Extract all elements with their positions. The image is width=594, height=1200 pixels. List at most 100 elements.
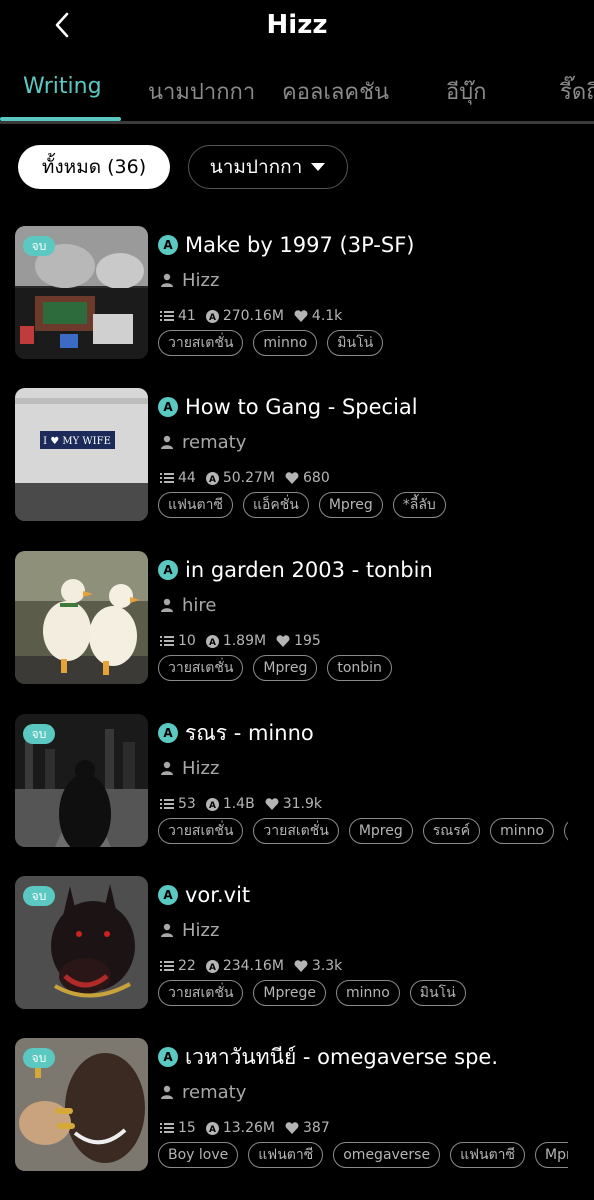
tag-chip[interactable]: มิ [564, 818, 568, 844]
heart-icon [265, 798, 279, 810]
svg-text:A: A [209, 963, 216, 973]
tag-chip[interactable]: tonbin [327, 655, 392, 681]
tag-chip[interactable]: วายสเตชั่น [158, 980, 244, 1006]
tag-chip[interactable]: แฟนตาซี [248, 1142, 324, 1168]
story-item[interactable]: จบ A Make by 1997 (3P-SF) Hizz 41 A 270.1… [0, 226, 594, 376]
tag-chip[interactable]: minno [490, 818, 555, 844]
tag-chip[interactable]: minno [253, 330, 318, 356]
story-title[interactable]: Make by 1997 (3P-SF) [185, 233, 414, 257]
person-icon [161, 761, 173, 775]
tag-list: Boy love แฟนตาซี omegaverse แฟนตาซี Mpre [158, 1142, 568, 1168]
tag-chip[interactable]: วายสเตชั่น [158, 330, 244, 356]
tab-ebooks[interactable]: อีบุ๊ก [446, 74, 487, 109]
author-name: Hizz [182, 269, 220, 291]
chapter-count: 10 [178, 633, 196, 649]
tag-chip[interactable]: *ลี้ลับ [392, 492, 446, 518]
story-item[interactable]: จบ A vor.vit Hizz 22 A 234.16M 3.3k วายสเ… [0, 876, 594, 1026]
tag-chip[interactable]: วายสเตชั่น [253, 818, 339, 844]
story-author[interactable]: Hizz [160, 268, 219, 292]
tag-chip[interactable]: Mpreg [253, 655, 318, 681]
story-item[interactable]: A in garden 2003 - tonbin hire 10 A 1.89M… [0, 551, 594, 701]
story-stats: 22 A 234.16M 3.3k [160, 956, 352, 976]
like-count: 195 [294, 633, 321, 649]
story-author[interactable]: Hizz [160, 756, 219, 780]
a-coin-icon: A [205, 797, 219, 811]
tab-reads[interactable]: รี๊ดถึ [560, 74, 594, 109]
list-icon [160, 799, 174, 809]
story-author[interactable]: rematy [160, 430, 246, 454]
filter-all-label: ทั้งหมด (36) [41, 156, 147, 178]
story-cover-image: จบ [15, 226, 148, 359]
author-name: rematy [182, 1081, 247, 1103]
like-count: 3.3k [311, 958, 343, 974]
tag-chip[interactable]: มินโน่ [409, 980, 466, 1006]
tag-chip[interactable]: Mpreg [318, 492, 383, 518]
tag-chip[interactable]: วายสเตชั่น [158, 818, 244, 844]
story-title[interactable]: How to Gang - Special [185, 395, 418, 419]
tab-writing[interactable]: Writing [23, 74, 102, 99]
pen-name-dropdown[interactable]: นามปากกา [188, 145, 348, 189]
story-stats: 10 A 1.89M 195 [160, 631, 331, 651]
chapter-count: 22 [178, 958, 196, 974]
tag-chip[interactable]: omegaverse [333, 1142, 441, 1168]
heart-icon [285, 472, 299, 484]
person-icon [161, 923, 173, 937]
tag-chip[interactable]: Boy love [158, 1142, 239, 1168]
story-item[interactable]: จบ A เวหาวันทนีย์ - omegaverse spe. rema… [0, 1038, 594, 1188]
author-name: rematy [182, 431, 247, 453]
person-icon [161, 1085, 173, 1099]
tab-pen-names[interactable]: นามปากกา [148, 74, 255, 109]
author-name: Hizz [182, 757, 220, 779]
story-cover-image: I ♥ MY WIFE [15, 388, 148, 521]
like-count: 4.1k [311, 308, 343, 324]
read-count: 50.27M [222, 470, 275, 486]
a-coin-icon: A [205, 471, 219, 485]
person-icon [161, 273, 173, 287]
person-icon [161, 598, 173, 612]
story-author[interactable]: hire [160, 593, 217, 617]
tag-chip[interactable]: วายสเตชั่น [158, 655, 244, 681]
tag-chip[interactable]: มินโน่ [327, 330, 384, 356]
tag-chip[interactable]: Mpreg [348, 818, 413, 844]
story-title[interactable]: รณร - minno [185, 717, 314, 750]
like-count: 387 [303, 1120, 330, 1136]
app-header: Hizz [0, 0, 594, 52]
author-name: hire [182, 594, 217, 616]
story-cover-image: จบ [15, 876, 148, 1009]
story-author[interactable]: Hizz [160, 918, 219, 942]
story-title[interactable]: in garden 2003 - tonbin [185, 558, 433, 582]
a-coin-icon: A [158, 235, 178, 255]
tag-chip[interactable]: Mpre [535, 1142, 568, 1168]
story-author[interactable]: rematy [160, 1080, 246, 1104]
story-title[interactable]: เวหาวันทนีย์ - omegaverse spe. [185, 1041, 498, 1074]
read-count: 13.26M [222, 1120, 275, 1136]
person-icon [161, 435, 173, 449]
tab-collections[interactable]: คอลเลคชัน [282, 74, 389, 109]
tag-chip[interactable]: Mprege [253, 980, 326, 1006]
pen-name-dropdown-label: นามปากกา [209, 156, 303, 178]
active-tab-indicator [0, 117, 121, 121]
chapter-count: 15 [178, 1120, 196, 1136]
story-cover-image: จบ [15, 714, 148, 847]
caret-down-icon [311, 163, 326, 171]
read-count: 1.4B [222, 796, 255, 812]
a-coin-icon: A [158, 1047, 178, 1067]
completed-badge: จบ [23, 886, 55, 906]
tag-chip[interactable]: รณรค์ [422, 818, 481, 844]
list-icon [160, 636, 174, 646]
story-title[interactable]: vor.vit [185, 883, 250, 907]
story-item[interactable]: จบ A รณร - minno Hizz 53 A 1.4B 31.9k วาย… [0, 714, 594, 864]
tag-chip[interactable]: แฟนตาซี [158, 492, 233, 518]
story-item[interactable]: I ♥ MY WIFE A How to Gang - Special rema… [0, 388, 594, 538]
completed-badge: จบ [23, 236, 55, 256]
a-coin-icon: A [158, 885, 178, 905]
filter-all-button[interactable]: ทั้งหมด (36) [18, 145, 170, 189]
svg-text:I ♥ MY WIFE: I ♥ MY WIFE [43, 436, 111, 447]
tag-chip[interactable]: minno [335, 980, 400, 1006]
tag-chip[interactable]: แฟนตาซี [450, 1142, 526, 1168]
tag-chip[interactable]: แอ็คชั่น [242, 492, 309, 518]
list-icon [160, 473, 174, 483]
a-coin-icon: A [158, 397, 178, 417]
read-count: 270.16M [222, 308, 284, 324]
chapter-count: 53 [178, 796, 196, 812]
